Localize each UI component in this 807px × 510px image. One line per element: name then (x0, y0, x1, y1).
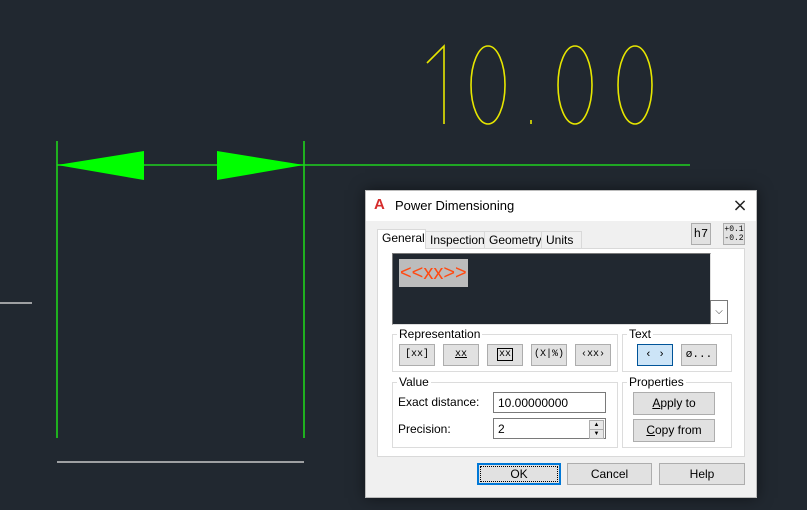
digit-0 (617, 45, 653, 125)
ok-button[interactable]: OK (477, 463, 561, 485)
tolerance-lower: -0.2 (724, 234, 744, 243)
dimension-text-selection[interactable]: <<xx>> (399, 259, 468, 287)
title-bar[interactable]: A Power Dimensioning × (366, 191, 756, 221)
tolerance-upper: +0.1 (724, 225, 744, 234)
deviation-tolerance-button[interactable]: +0.1 -0.2 (723, 223, 745, 245)
tab-inspection[interactable]: Inspection (425, 231, 485, 249)
fit-tolerance-button[interactable]: h7 (691, 223, 711, 245)
copy-from-label: opy from (654, 423, 702, 437)
representation-group: Representation [xx] xx xx (X|%) ‹xx› (392, 327, 618, 372)
dialog-title: Power Dimensioning (395, 198, 515, 213)
tab-units[interactable]: Units (541, 231, 582, 249)
precision-spinner[interactable]: 2 ▲ ▼ (493, 418, 606, 439)
properties-group: Properties Apply to Copy from (622, 375, 732, 448)
value-group-label: Value (397, 375, 431, 389)
boxed-label: xx (496, 348, 513, 361)
apply-to-button[interactable]: Apply to (633, 392, 715, 415)
autocad-logo-icon: A (374, 196, 385, 213)
exact-distance-label: Exact distance: (398, 395, 480, 409)
representation-label: Representation (397, 327, 483, 341)
digit-0 (470, 45, 506, 125)
close-icon[interactable]: × (730, 195, 750, 217)
general-tab-panel: <<xx>> ⌵ Representation [xx] xx xx (X|%)… (377, 248, 745, 457)
chevron-down-icon[interactable]: ⌵ (710, 300, 728, 324)
text-group: Text ‹ › ø... (622, 327, 732, 372)
representation-inspection-button[interactable]: (X|%) (531, 344, 567, 366)
help-button[interactable]: Help (659, 463, 745, 485)
copy-from-mnemonic: C (646, 423, 655, 437)
exact-distance-field[interactable]: 10.00000000 (493, 392, 606, 413)
ok-label: OK (510, 467, 528, 481)
copy-from-button[interactable]: Copy from (633, 419, 715, 442)
representation-underline-button[interactable]: xx (443, 344, 479, 366)
power-dimensioning-dialog: A Power Dimensioning × h7 +0.1 -0.2 Gene… (365, 190, 757, 498)
dimension-text-editor[interactable]: <<xx>> (392, 253, 711, 325)
digit-1 (426, 44, 445, 124)
dimension-arrow-left (57, 151, 144, 180)
value-group: Value Exact distance: 10.00000000 Precis… (392, 375, 618, 448)
insert-symbol-button[interactable]: ø... (681, 344, 717, 366)
insert-measured-value-button[interactable]: ‹ › (637, 344, 673, 366)
representation-reference-button[interactable]: ‹xx› (575, 344, 611, 366)
tab-general[interactable]: General (377, 229, 426, 249)
dimension-arrow-right (217, 151, 304, 180)
spin-down-icon[interactable]: ▼ (589, 429, 604, 439)
representation-brackets-button[interactable]: [xx] (399, 344, 435, 366)
representation-boxed-button[interactable]: xx (487, 344, 523, 366)
properties-group-label: Properties (627, 375, 686, 389)
tab-geometry[interactable]: Geometry (484, 231, 542, 249)
precision-value: 2 (498, 422, 505, 436)
digit-0 (557, 45, 593, 125)
precision-label: Precision: (398, 422, 451, 436)
cancel-button[interactable]: Cancel (567, 463, 652, 485)
text-group-label: Text (627, 327, 654, 341)
dimension-text[interactable] (426, 44, 653, 125)
apply-to-label: pply to (660, 396, 696, 410)
